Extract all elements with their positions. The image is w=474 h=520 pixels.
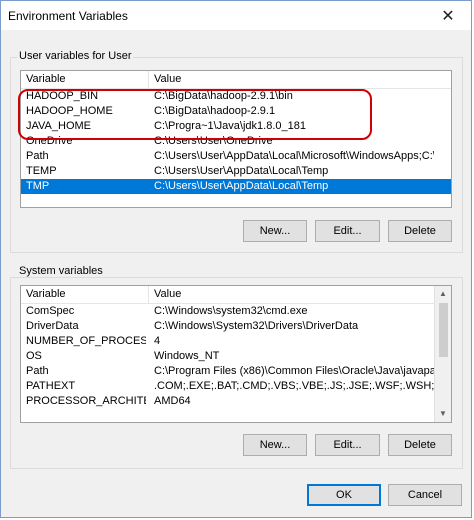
column-header-value[interactable]: Value xyxy=(154,288,181,300)
system-new-button[interactable]: New... xyxy=(243,434,307,456)
scrollbar-thumb[interactable] xyxy=(439,303,448,357)
variable-value: Windows_NT xyxy=(154,350,220,362)
variable-name: PROCESSOR_ARCHITECTU xyxy=(26,395,146,407)
variable-value: C:\Users\User\OneDrive xyxy=(154,135,273,147)
system-edit-button[interactable]: Edit... xyxy=(315,434,380,456)
variable-value: C:\Progra~1\Java\jdk1.8.0_181 xyxy=(154,120,306,132)
system-variable-row[interactable]: OS Windows_NT xyxy=(21,349,451,364)
system-variable-row[interactable]: PROCESSOR_ARCHITECTU AMD64 xyxy=(21,394,451,409)
variable-name: OS xyxy=(26,350,42,362)
system-variable-row[interactable]: NUMBER_OF_PROCESSORS 4 xyxy=(21,334,451,349)
user-rows: HADOOP_BIN C:\BigData\hadoop-2.9.1\bin HAD… xyxy=(21,89,451,194)
variable-value: C:\Program Files (x86)\Common Files\Orac… xyxy=(154,365,434,377)
user-variable-row[interactable]: JAVA_HOME C:\Progra~1\Java\jdk1.8.0_181 xyxy=(21,119,451,134)
ok-button[interactable]: OK xyxy=(307,484,381,506)
variable-name: PATHEXT xyxy=(26,380,76,392)
variable-value: C:\BigData\hadoop-2.9.1\bin xyxy=(154,90,293,102)
system-variable-row[interactable]: DriverData C:\Windows\System32\Drivers\Dr… xyxy=(21,319,451,334)
user-variable-row[interactable]: Path C:\Users\User\AppData\Local\Microsof… xyxy=(21,149,451,164)
column-separator xyxy=(148,286,149,303)
scroll-up-icon[interactable]: ▲ xyxy=(435,286,451,302)
column-header-variable[interactable]: Variable xyxy=(26,288,66,300)
title-bar: Environment Variables ✕ xyxy=(1,1,471,30)
system-delete-button[interactable]: Delete xyxy=(388,434,452,456)
variable-name: HADOOP_HOME xyxy=(26,105,113,117)
user-variable-row[interactable]: OneDrive C:\Users\User\OneDrive xyxy=(21,134,451,149)
variable-name: DriverData xyxy=(26,320,79,332)
system-variable-row[interactable]: PATHEXT .COM;.EXE;.BAT;.CMD;.VBS;.VBE;.JS… xyxy=(21,379,451,394)
variable-name: NUMBER_OF_PROCESSORS xyxy=(26,335,146,347)
column-header-value[interactable]: Value xyxy=(154,73,181,85)
system-variable-row[interactable]: Path C:\Program Files (x86)\Common Files\… xyxy=(21,364,451,379)
variable-name: HADOOP_BIN xyxy=(26,90,99,102)
system-variable-row[interactable]: ComSpec C:\Windows\system32\cmd.exe xyxy=(21,304,451,319)
user-edit-button[interactable]: Edit... xyxy=(315,220,380,242)
column-separator xyxy=(148,71,149,88)
column-header-variable[interactable]: Variable xyxy=(26,73,66,85)
user-list-header: Variable Value xyxy=(21,71,451,89)
close-icon[interactable]: ✕ xyxy=(425,1,471,30)
variable-value: C:\Users\User\AppData\Local\Microsoft\Wi… xyxy=(154,150,434,162)
user-new-button[interactable]: New... xyxy=(243,220,307,242)
window-title: Environment Variables xyxy=(8,9,128,23)
variable-value: C:\Windows\system32\cmd.exe xyxy=(154,305,308,317)
user-variable-row[interactable]: TMP C:\Users\User\AppData\Local\Temp xyxy=(21,179,451,194)
system-variables-label: System variables xyxy=(17,265,105,277)
variable-value: C:\Users\User\AppData\Local\Temp xyxy=(154,180,329,192)
system-list-header: Variable Value xyxy=(21,286,451,304)
user-variable-row[interactable]: HADOOP_BIN C:\BigData\hadoop-2.9.1\bin xyxy=(21,89,451,104)
user-variable-row[interactable]: TEMP C:\Users\User\AppData\Local\Temp xyxy=(21,164,451,179)
variable-value: AMD64 xyxy=(154,395,191,407)
user-variables-list[interactable]: Variable Value HADOOP_BIN C:\BigData\hado… xyxy=(20,70,452,208)
user-variable-row[interactable]: HADOOP_HOME C:\BigData\hadoop-2.9.1 xyxy=(21,104,451,119)
user-delete-button[interactable]: Delete xyxy=(388,220,452,242)
environment-variables-dialog: Environment Variables ✕ User variables f… xyxy=(0,0,472,518)
variable-name: JAVA_HOME xyxy=(26,120,91,132)
variable-name: OneDrive xyxy=(26,135,73,147)
variable-value: .COM;.EXE;.BAT;.CMD;.VBS;.VBE;.JS;.JSE;.… xyxy=(154,380,434,392)
variable-value: C:\BigData\hadoop-2.9.1 xyxy=(154,105,276,117)
variable-name: TEMP xyxy=(26,165,57,177)
system-variables-list[interactable]: Variable Value ComSpec C:\Windows\system3… xyxy=(20,285,452,423)
variable-name: Path xyxy=(26,150,49,162)
variable-name: ComSpec xyxy=(26,305,75,317)
system-rows: ComSpec C:\Windows\system32\cmd.exe Driver… xyxy=(21,304,451,409)
variable-value: 4 xyxy=(154,335,161,347)
cancel-button[interactable]: Cancel xyxy=(388,484,462,506)
variable-value: C:\Windows\System32\Drivers\DriverData xyxy=(154,320,359,332)
variable-name: Path xyxy=(26,365,49,377)
system-list-scrollbar[interactable]: ▲ ▼ xyxy=(434,286,451,422)
scroll-down-icon[interactable]: ▼ xyxy=(435,406,451,422)
variable-value: C:\Users\User\AppData\Local\Temp xyxy=(154,165,329,177)
user-variables-label: User variables for User xyxy=(17,50,134,62)
variable-name: TMP xyxy=(26,180,50,192)
